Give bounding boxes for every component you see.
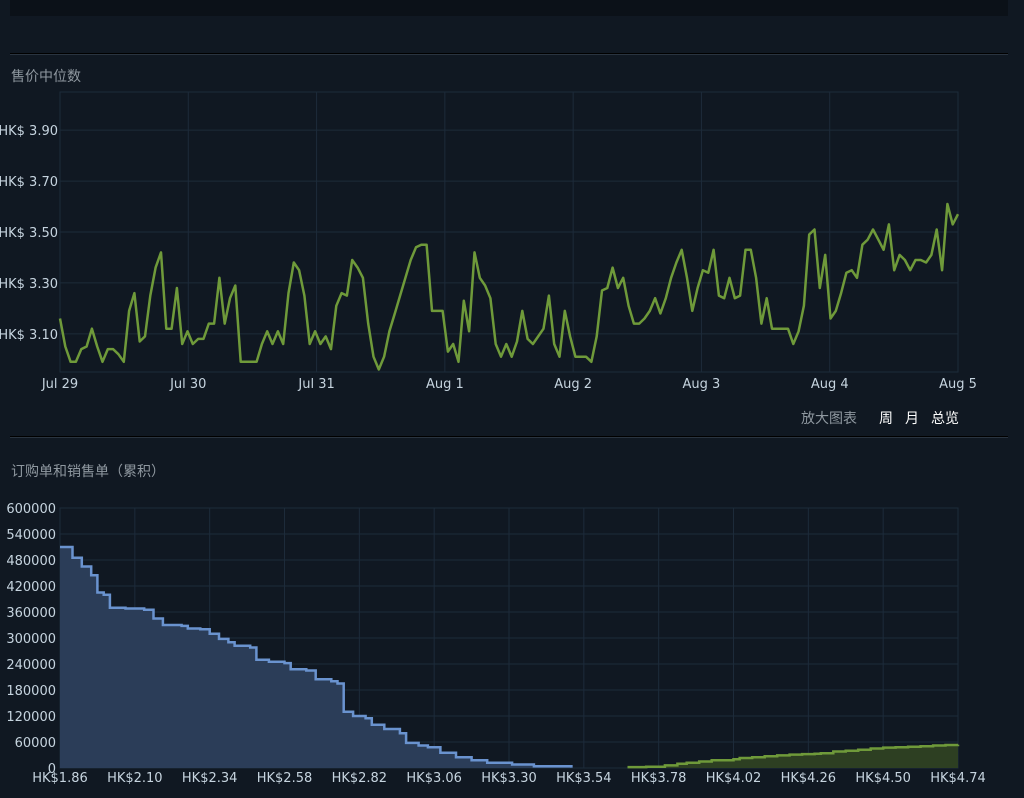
- y-tick-label: 480000: [6, 554, 56, 569]
- top-bar: [10, 0, 1008, 16]
- y-tick-label: 240000: [6, 658, 56, 673]
- zoom-label: 放大图表: [801, 411, 857, 427]
- y-tick-label: HK$ 3.90: [0, 124, 58, 139]
- y-tick-label: 420000: [6, 580, 56, 595]
- x-tick-label: Jul 31: [297, 377, 334, 392]
- x-tick-label: HK$2.10: [107, 771, 163, 786]
- x-tick-label: Aug 1: [426, 377, 464, 392]
- x-tick-label: Aug 2: [554, 377, 592, 392]
- zoom-controls: 放大图表 周 月 总览: [801, 408, 959, 428]
- median-price-series-line: [58, 202, 960, 371]
- y-tick-label: 180000: [6, 684, 56, 699]
- y-tick-label: 120000: [6, 710, 56, 725]
- x-tick-label: Aug 5: [939, 377, 977, 392]
- zoom-week-link[interactable]: 周: [879, 408, 893, 428]
- y-tick-label: 300000: [6, 632, 56, 647]
- median-price-chart[interactable]: HK$ 3.10 HK$ 3.30 HK$ 3.50 HK$ 3.70 HK$ 3.90…: [0, 80, 1024, 400]
- y-tick-label: 540000: [6, 528, 56, 543]
- x-tick-label: HK$2.34: [182, 771, 238, 786]
- y-tick-label: 60000: [15, 736, 56, 751]
- x-tick-label: HK$3.54: [556, 771, 612, 786]
- y-tick-label: HK$ 3.50: [0, 226, 58, 241]
- x-tick-label: HK$1.86: [32, 771, 88, 786]
- y-tick-label: HK$ 3.10: [0, 328, 58, 343]
- y-tick-label: 600000: [6, 502, 56, 517]
- x-tick-label: HK$3.30: [481, 771, 537, 786]
- buy-orders-area: [60, 547, 572, 768]
- x-tick-label: HK$2.58: [257, 771, 313, 786]
- x-tick-label: HK$4.50: [855, 771, 911, 786]
- x-tick-label: Aug 4: [811, 377, 849, 392]
- y-tick-label: 360000: [6, 606, 56, 621]
- section-divider: [10, 436, 1008, 438]
- x-tick-label: HK$4.26: [781, 771, 837, 786]
- orders-title: 订购单和销售单（累积）: [11, 464, 165, 480]
- x-tick-label: Aug 3: [683, 377, 721, 392]
- zoom-overview-link[interactable]: 总览: [931, 408, 959, 428]
- y-tick-label: HK$ 3.70: [0, 175, 58, 190]
- orders-depth-chart[interactable]: 0600001200001800002400003000003600004200…: [0, 490, 1024, 798]
- x-tick-label: HK$3.06: [406, 771, 462, 786]
- y-tick-label: HK$ 3.30: [0, 277, 58, 292]
- x-tick-label: HK$4.74: [930, 771, 986, 786]
- x-tick-label: HK$3.78: [631, 771, 687, 786]
- zoom-month-link[interactable]: 月: [905, 408, 919, 428]
- section-divider: [10, 53, 1008, 55]
- x-tick-label: Jul 29: [41, 377, 78, 392]
- x-tick-label: HK$2.82: [332, 771, 388, 786]
- x-tick-label: HK$4.02: [706, 771, 762, 786]
- x-tick-label: Jul 30: [169, 377, 206, 392]
